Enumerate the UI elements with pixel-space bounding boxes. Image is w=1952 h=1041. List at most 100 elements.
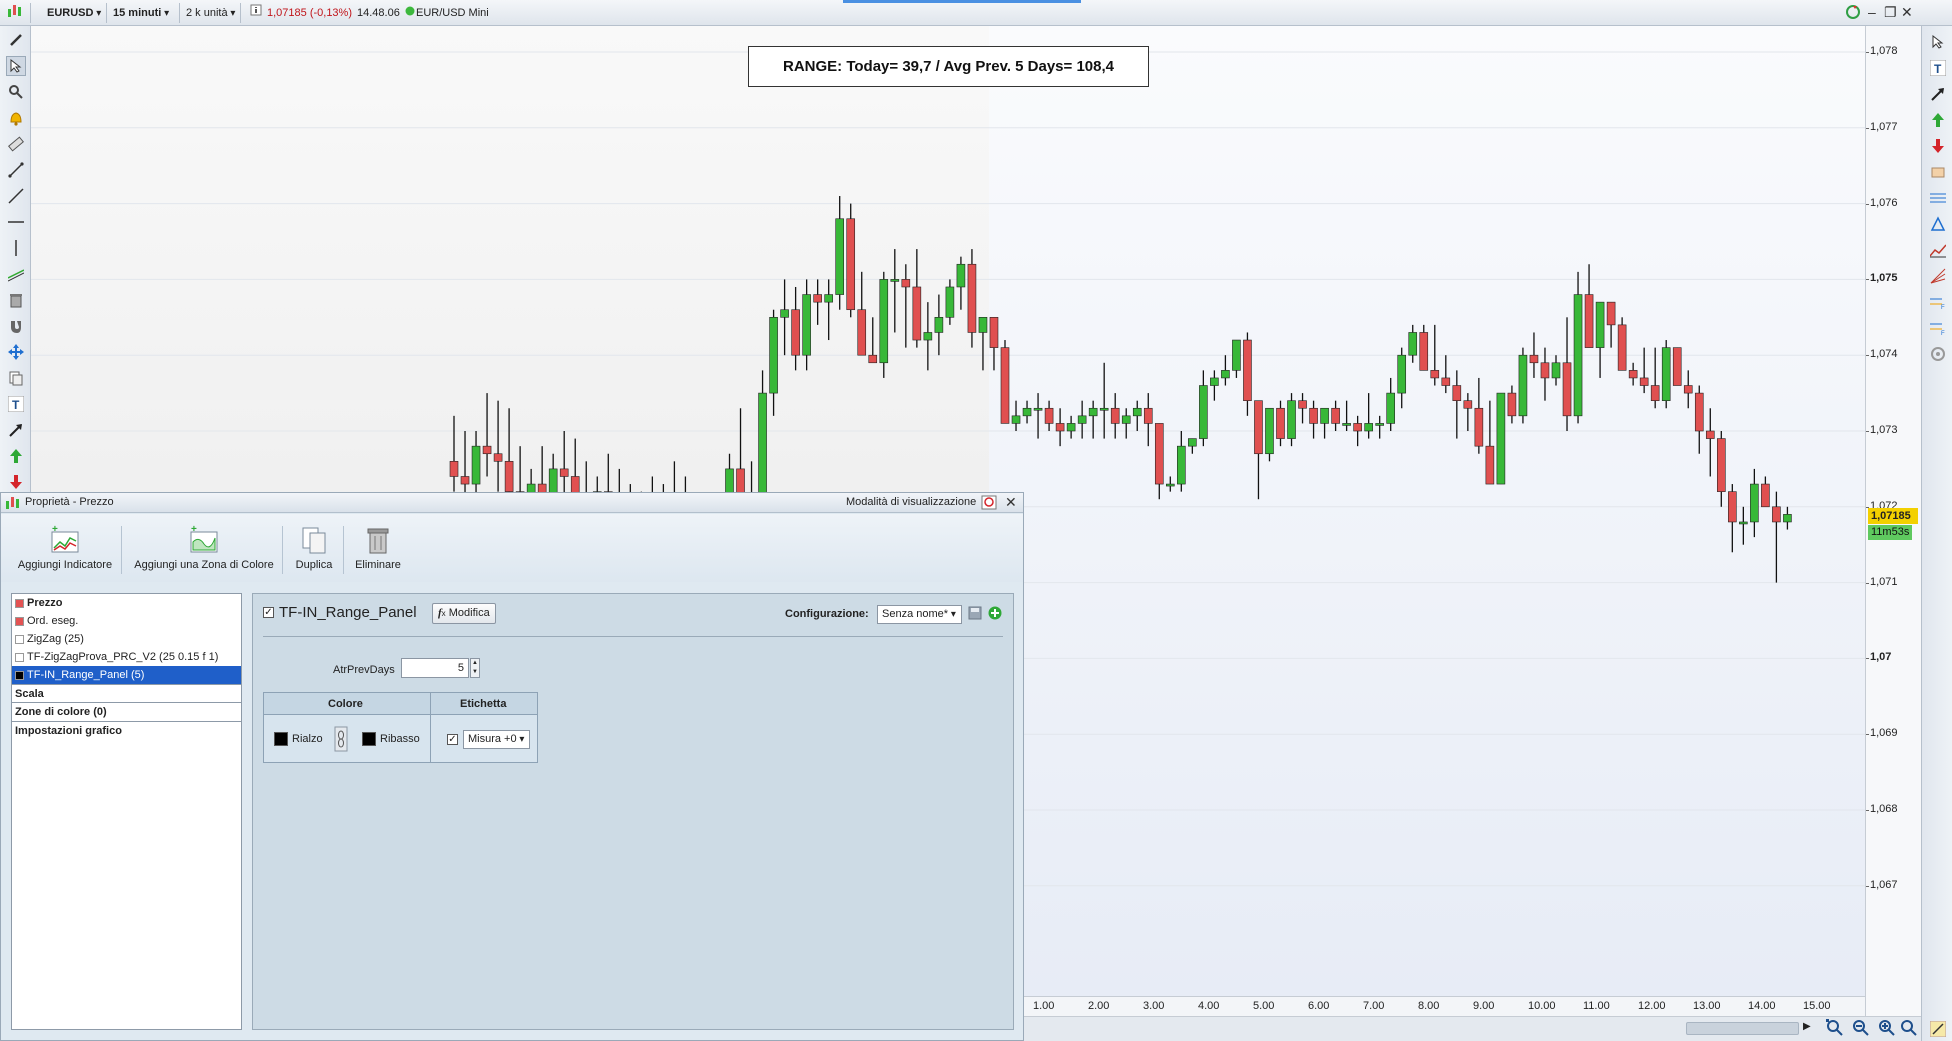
candle-body <box>967 263 977 333</box>
down-arrow-icon[interactable] <box>6 472 26 492</box>
param-stepper[interactable]: ▲ ▼ <box>470 658 480 678</box>
tree-item[interactable]: Ord. eseg. <box>12 612 241 630</box>
pencil-icon[interactable] <box>6 30 26 50</box>
candle-body <box>1386 392 1395 424</box>
sell-arrow-icon[interactable] <box>1928 136 1948 156</box>
tree-section-chart-settings[interactable]: Impostazioni grafico <box>12 722 241 741</box>
rise-label: Rialzo <box>292 733 323 745</box>
copy-icon[interactable] <box>6 368 26 388</box>
candle-body <box>1022 407 1032 417</box>
candle-body <box>1617 324 1627 371</box>
candle-body <box>1463 400 1473 409</box>
price-axis[interactable]: 1,078 1,077 1,076 1,075 1,074 1,073 1,072 1,071… <box>1865 26 1921 1041</box>
add-color-zone-button[interactable]: + Aggiungi una Zona di Colore <box>133 522 275 571</box>
minimize-icon[interactable]: – <box>1868 4 1876 20</box>
save-config-icon[interactable] <box>968 606 982 623</box>
param-input[interactable]: 5 <box>401 658 469 678</box>
text-right-icon[interactable]: T <box>1928 58 1948 78</box>
candle-body <box>1375 423 1384 426</box>
zoom-out-icon[interactable] <box>1852 1019 1870 1040</box>
candle <box>1364 393 1373 439</box>
text-tool-icon[interactable]: T <box>6 394 26 414</box>
arrow-right-icon[interactable] <box>1928 84 1948 104</box>
tree-section-color-zones[interactable]: Zone di colore (0) <box>12 703 241 722</box>
time-tick-label: 14.00 <box>1748 1000 1776 1012</box>
symbol-selector[interactable]: EURUSD <box>42 3 106 23</box>
measure-dropdown[interactable]: Misura +0 <box>463 730 530 749</box>
fall-color-swatch[interactable] <box>362 732 376 746</box>
cycle-tool-icon[interactable] <box>1928 344 1948 364</box>
add-config-icon[interactable] <box>988 606 1002 623</box>
tree-item[interactable]: TF-ZigZagProva_PRC_V2 (25 0.15 f 1) <box>12 648 241 666</box>
tree-section-scale[interactable]: Scala <box>12 684 241 703</box>
config-dropdown[interactable]: Senza nome* <box>877 605 962 624</box>
candle-body <box>1573 294 1583 417</box>
modify-button[interactable]: fx Modifica <box>432 603 496 624</box>
candle <box>1783 506 1792 530</box>
chart-menu-icon[interactable] <box>2 3 28 23</box>
candle <box>1650 347 1660 409</box>
fan-tool-icon[interactable] <box>1928 266 1948 286</box>
rectangle-tool-icon[interactable] <box>1928 162 1948 182</box>
trash-icon[interactable] <box>6 290 26 310</box>
tree-item-label: TF-ZigZagProva_PRC_V2 (25 0.15 f 1) <box>27 651 219 663</box>
candle <box>1022 400 1032 424</box>
vertical-line-icon[interactable] <box>6 238 26 258</box>
display-mode-icon[interactable] <box>981 495 997 514</box>
zoom-reset-icon[interactable] <box>1900 1019 1918 1040</box>
candle <box>835 196 845 310</box>
time-tick-label: 3.00 <box>1143 1000 1165 1012</box>
buy-arrow-icon[interactable] <box>1928 110 1948 130</box>
scroll-thumb[interactable] <box>1686 1022 1799 1035</box>
label-enabled-checkbox[interactable]: ✓ <box>447 734 458 745</box>
duplicate-button[interactable]: Duplica <box>291 522 337 571</box>
time-axis[interactable]: 1.00 2.00 3.00 4.00 5.00 6.00 7.00 8.00 9.00 10.0… <box>1024 996 1865 1016</box>
magnifier-icon[interactable] <box>6 82 26 102</box>
horizontal-line-icon[interactable] <box>6 212 26 232</box>
up-arrow-icon[interactable] <box>6 446 26 466</box>
triangle-tool-icon[interactable] <box>1928 214 1948 234</box>
fibonacci-tool-icon[interactable] <box>1928 188 1948 208</box>
fib-extension-icon[interactable]: F <box>1928 292 1948 312</box>
dialog-close-icon[interactable]: ✕ <box>1005 494 1017 511</box>
cursor-right-icon[interactable] <box>1928 32 1948 52</box>
close-icon[interactable]: ✕ <box>1901 4 1913 20</box>
zoom-fit-icon[interactable] <box>1826 1019 1844 1040</box>
ruler-icon[interactable] <box>6 134 26 154</box>
timeframe-selector[interactable]: 15 minuti <box>108 3 174 23</box>
move-icon[interactable] <box>6 342 26 362</box>
candle-body <box>1408 332 1418 356</box>
candle-body <box>1331 407 1340 424</box>
rise-color-swatch[interactable] <box>274 732 288 746</box>
cursor-icon[interactable] <box>6 56 26 76</box>
segment-tool-icon[interactable] <box>6 160 26 180</box>
candle-body <box>1000 347 1010 424</box>
tree-item[interactable]: TF-IN_Range_Panel (5) <box>12 666 241 684</box>
price-tick-label: 1,071 <box>1866 576 1898 588</box>
fib-retracement-icon[interactable]: F <box>1928 318 1948 338</box>
refresh-icon[interactable] <box>1845 4 1861 23</box>
add-indicator-button[interactable]: + Aggiungi Indicatore <box>15 522 115 571</box>
tree-item[interactable]: ZigZag (25) <box>12 630 241 648</box>
trend-tool-icon[interactable] <box>1928 240 1948 260</box>
units-selector[interactable]: 2 k unità <box>181 3 240 23</box>
alert-bell-icon[interactable] <box>6 108 26 128</box>
candle-body <box>1540 362 1550 379</box>
delete-button[interactable]: Eliminare <box>351 522 405 571</box>
arrow-tool-icon[interactable] <box>6 420 26 440</box>
tree-item[interactable]: Prezzo <box>12 594 241 612</box>
pen-settings-icon[interactable] <box>1928 1019 1948 1039</box>
zoom-in-icon[interactable] <box>1878 1019 1896 1040</box>
magnet-icon[interactable] <box>6 316 26 336</box>
line-tool-icon[interactable] <box>6 186 26 206</box>
restore-icon[interactable]: ❐ <box>1884 4 1897 20</box>
candle <box>1496 392 1506 485</box>
column-divider <box>430 693 431 762</box>
scroll-right-arrow-icon[interactable]: ▶ <box>1803 1021 1811 1032</box>
dialog-titlebar[interactable]: Proprietà - Prezzo Modalità di visualizz… <box>1 493 1023 513</box>
channel-tool-icon[interactable] <box>6 264 26 284</box>
indicator-enabled-checkbox[interactable]: ✓ <box>263 607 274 618</box>
link-colors-icon[interactable] <box>334 726 348 755</box>
chart-scrollbar[interactable]: ▶ <box>1024 1016 1921 1041</box>
price-tick-label: 1,07 <box>1866 651 1891 663</box>
